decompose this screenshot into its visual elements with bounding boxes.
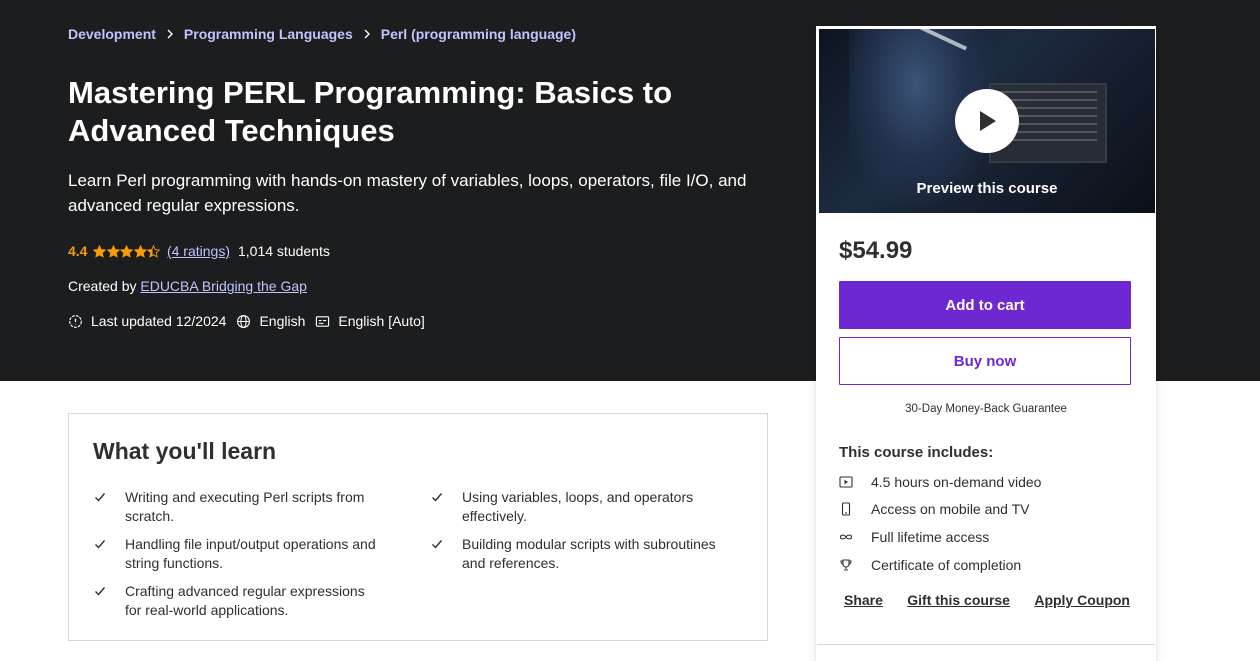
learn-item: Using variables, loops, and operators ef… bbox=[430, 488, 720, 526]
purchase-sidebar: Preview this course $54.99 Add to cart B… bbox=[816, 26, 1156, 661]
learn-title: What you'll learn bbox=[93, 438, 277, 464]
rating-stars bbox=[93, 244, 161, 258]
sidebar-divider bbox=[817, 644, 1155, 645]
check-icon bbox=[432, 493, 443, 502]
includes-item-text: Access on mobile and TV bbox=[871, 501, 1030, 517]
breadcrumb-programming-languages[interactable]: Programming Languages bbox=[184, 26, 353, 42]
learn-item: Building modular scripts with subroutine… bbox=[430, 535, 720, 573]
star-icon bbox=[120, 244, 134, 258]
includes-item-text: Full lifetime access bbox=[871, 529, 990, 545]
star-icon bbox=[106, 244, 120, 258]
sidebar-links: Share Gift this course Apply Coupon bbox=[839, 592, 1135, 608]
learn-item-text: Writing and executing Perl scripts from … bbox=[125, 489, 365, 524]
course-meta: Last updated 12/2024 English English [Au… bbox=[68, 313, 435, 329]
last-updated: Last updated 12/2024 bbox=[68, 313, 226, 329]
learn-item-text: Crafting advanced regular expressions fo… bbox=[125, 583, 365, 618]
includes-item: 4.5 hours on-demand video bbox=[839, 474, 1041, 490]
course-subtitle: Learn Perl programming with hands-on mas… bbox=[68, 171, 747, 215]
rating-number: 4.4 bbox=[68, 243, 88, 259]
learn-item: Handling file input/output operations an… bbox=[93, 535, 383, 573]
last-updated-text: Last updated 12/2024 bbox=[91, 313, 227, 329]
check-icon bbox=[95, 587, 106, 596]
play-icon bbox=[980, 111, 996, 131]
captions: English [Auto] bbox=[315, 313, 425, 329]
created-by-label: Created by bbox=[68, 278, 141, 294]
includes-item: Full lifetime access bbox=[839, 529, 989, 545]
share-link[interactable]: Share bbox=[844, 592, 883, 608]
course-preview-video[interactable]: Preview this course bbox=[819, 29, 1155, 213]
includes-title: This course includes: bbox=[839, 444, 994, 461]
captions-text: English [Auto] bbox=[338, 313, 425, 329]
chevron-right-icon bbox=[166, 29, 174, 39]
learn-item: Writing and executing Perl scripts from … bbox=[93, 488, 383, 526]
preview-label: Preview this course bbox=[916, 180, 1058, 197]
breadcrumb-perl[interactable]: Perl (programming language) bbox=[381, 26, 576, 42]
star-icon bbox=[147, 244, 161, 258]
course-title: Mastering PERL Programming: Basics to Ad… bbox=[68, 75, 673, 148]
globe-icon bbox=[237, 314, 251, 328]
closed-captions-icon bbox=[316, 315, 330, 327]
course-price: $54.99 bbox=[839, 237, 913, 264]
rating-row: 4.4 (4 ratings) 1,014 students bbox=[68, 242, 330, 260]
ratings-count-link[interactable]: (4 ratings) bbox=[167, 243, 230, 259]
created-by-row: Created by EDUCBA Bridging the Gap bbox=[68, 278, 307, 294]
check-icon bbox=[95, 540, 106, 549]
includes-item: Certificate of completion bbox=[839, 557, 1021, 573]
money-back-guarantee: 30-Day Money-Back Guarantee bbox=[905, 403, 1067, 415]
learn-item: Crafting advanced regular expressions fo… bbox=[93, 582, 383, 620]
learn-item-text: Building modular scripts with subroutine… bbox=[462, 536, 716, 571]
trophy-icon bbox=[840, 559, 852, 571]
instructor-link[interactable]: EDUCBA Bridging the Gap bbox=[140, 278, 307, 294]
breadcrumb: Development Programming Languages Perl (… bbox=[68, 26, 576, 42]
buy-now-button[interactable]: Buy now bbox=[839, 337, 1131, 385]
mobile-icon bbox=[841, 502, 851, 516]
includes-item-text: Certificate of completion bbox=[871, 557, 1022, 573]
language-text: English bbox=[259, 313, 306, 329]
star-icon bbox=[133, 244, 147, 258]
add-to-cart-button[interactable]: Add to cart bbox=[839, 281, 1131, 329]
language: English bbox=[236, 313, 305, 329]
play-button[interactable] bbox=[955, 89, 1019, 153]
alert-badge-icon bbox=[69, 314, 82, 328]
infinity-icon bbox=[839, 534, 853, 540]
includes-item: Access on mobile and TV bbox=[839, 501, 1030, 517]
breadcrumb-development[interactable]: Development bbox=[68, 26, 156, 42]
students-count: 1,014 students bbox=[238, 243, 330, 259]
what-youll-learn: What you'll learn Writing and executing … bbox=[68, 413, 768, 641]
check-icon bbox=[432, 540, 443, 549]
includes-item-text: 4.5 hours on-demand video bbox=[871, 474, 1042, 490]
learn-item-text: Using variables, loops, and operators ef… bbox=[462, 489, 694, 524]
apply-coupon-link[interactable]: Apply Coupon bbox=[1034, 592, 1130, 608]
check-icon bbox=[95, 493, 106, 502]
star-icon bbox=[93, 244, 107, 258]
chevron-right-icon bbox=[363, 29, 371, 39]
video-icon bbox=[839, 476, 853, 488]
learn-item-text: Handling file input/output operations an… bbox=[125, 536, 376, 571]
gift-course-link[interactable]: Gift this course bbox=[907, 592, 1010, 608]
